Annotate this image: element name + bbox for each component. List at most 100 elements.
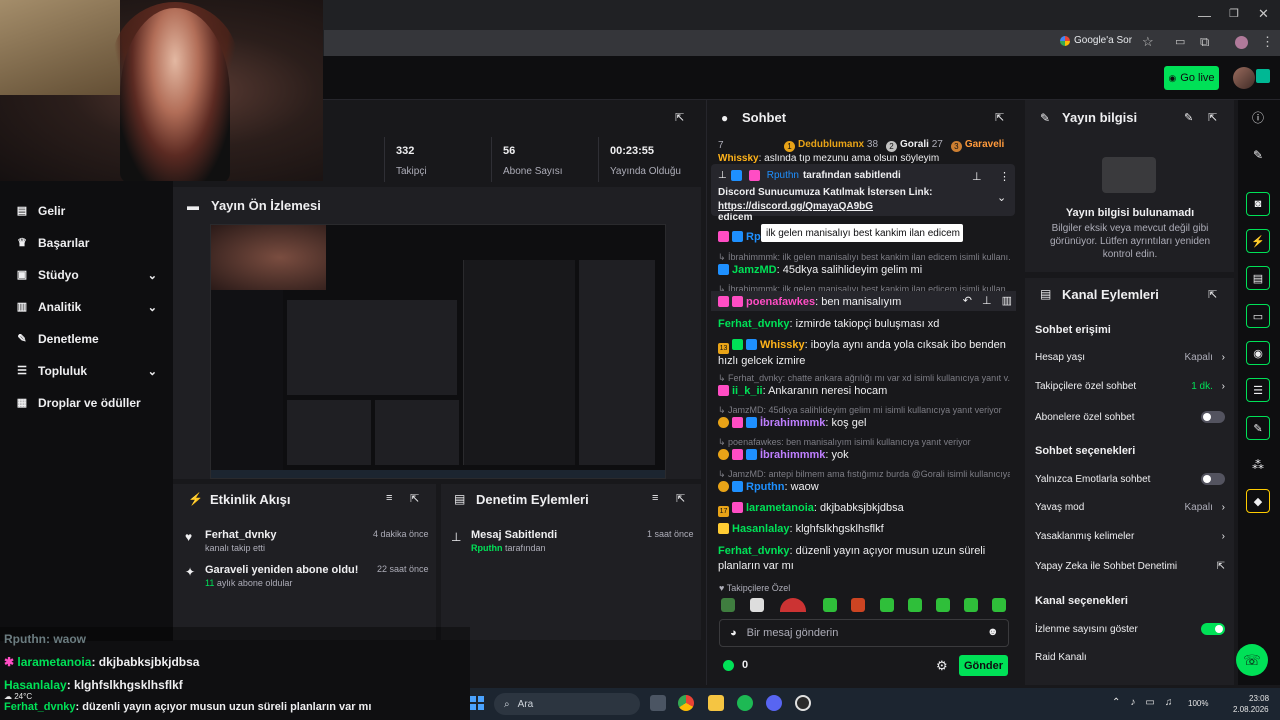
setting-account-age[interactable]: Hesap yaşı Kapalı › (1035, 352, 1225, 363)
list-icon[interactable]: ☰ (1246, 378, 1270, 402)
setting-emote-only[interactable]: Yalnızca Emotlarla sohbet (1035, 473, 1225, 485)
emote[interactable] (964, 598, 978, 612)
extensions-icon[interactable]: ⧉ (1200, 34, 1209, 50)
setting-raid-channel[interactable]: Raid Kanalı (1035, 652, 1225, 663)
emote[interactable] (936, 598, 950, 612)
taskbar-search[interactable]: ⌕ Ara (494, 693, 640, 715)
browser-menu-icon[interactable]: ⋮ (1261, 34, 1274, 50)
discord-icon[interactable] (766, 695, 782, 711)
leader-2[interactable]: 2 Gorali 27 (886, 139, 943, 152)
popout-icon[interactable]: ⇱ (1208, 111, 1217, 124)
popout-icon[interactable]: ⇱ (410, 492, 419, 505)
sidebar-item-gelir[interactable]: ▤ Gelir (16, 201, 161, 221)
battery-indicator[interactable]: 100% (1188, 699, 1208, 708)
folder-icon[interactable] (708, 695, 724, 711)
clock-date[interactable]: 2.08.2026 (1233, 705, 1269, 714)
stream-preview-video[interactable] (210, 224, 666, 479)
close-icon[interactable]: ✕ (1258, 6, 1269, 22)
setting-slow-mode[interactable]: Yavaş mod Kapalı › (1035, 502, 1225, 513)
pinned-link[interactable]: https://discord.gg/QmayaQA9bG (718, 201, 873, 212)
emote[interactable] (992, 598, 1006, 612)
dollar-icon: ▤ (16, 205, 28, 217)
setting-subscribers-only[interactable]: Abonelere özel sohbet (1035, 411, 1225, 423)
sidebar-item-studyo[interactable]: ▣ Stüdyo ⌄ (16, 265, 161, 285)
task-view-icon[interactable] (650, 695, 666, 711)
webcam-overlay (0, 0, 323, 181)
windows-start-icon[interactable] (470, 696, 484, 710)
broadcast-icon[interactable]: ◉ (1246, 341, 1270, 365)
stat-followers: 332 Takipçi (396, 145, 427, 177)
channel-points[interactable]: 0 (723, 659, 748, 671)
emote[interactable] (880, 598, 894, 612)
bookmark-star-icon[interactable]: ☆ (1142, 34, 1154, 50)
sidebar-item-basarilar[interactable]: ♛ Başarılar (16, 233, 161, 253)
sidebar-item-topluluk[interactable]: ☰ Topluluk ⌄ (16, 361, 161, 381)
emote[interactable] (908, 598, 922, 612)
emote[interactable] (851, 598, 865, 612)
more-icon[interactable]: ⋮ (999, 170, 1010, 183)
emoji-icon[interactable]: ☻ (987, 626, 999, 638)
edit-icon[interactable]: ✎ (1184, 111, 1193, 124)
sidebar-item-analitik[interactable]: ▥ Analitik ⌄ (16, 297, 161, 317)
toggle-switch[interactable] (1201, 411, 1225, 423)
popout-icon[interactable]: ⇱ (675, 111, 684, 124)
setting-banned-words[interactable]: Yasaklanmış kelimeler › (1035, 531, 1225, 542)
emote[interactable] (750, 598, 764, 612)
toggle-switch[interactable] (1201, 473, 1225, 485)
chat-message: ii_k_ii: Ankaranın neresi hocam (718, 384, 1010, 399)
wrench-icon[interactable]: ✎ (1246, 416, 1270, 440)
maximize-icon[interactable]: ❐ (1229, 7, 1239, 20)
lightning-icon[interactable]: ⚡ (1246, 229, 1270, 253)
google-ask-button[interactable]: Google'a Sor (1060, 35, 1132, 46)
sidebar-item-droplar[interactable]: ▦ Droplar ve ödüller (16, 393, 161, 413)
system-tray-icons[interactable]: ⌃♪▭♫ (1112, 697, 1182, 708)
heart-icon: ♥ (185, 530, 193, 544)
game-icon[interactable]: ◆ (1246, 489, 1270, 513)
pin-icon[interactable]: ⊥ (982, 294, 992, 307)
setting-show-viewcount[interactable]: İzlenme sayısını göster (1035, 623, 1225, 635)
popout-icon[interactable]: ⇱ (676, 492, 685, 505)
reply-icon[interactable]: ↶ (963, 294, 972, 307)
gear-icon[interactable]: ⚙ (936, 658, 948, 674)
setting-ai-moderation[interactable]: Yapay Zeka ile Sohbet Denetimi ⇱ (1035, 561, 1225, 572)
preview-sidebar (211, 290, 283, 470)
popout-icon[interactable]: ⇱ (1208, 288, 1217, 301)
profile-avatar[interactable] (1235, 36, 1248, 49)
user-avatar[interactable] (1233, 67, 1255, 89)
emote[interactable] (823, 598, 837, 612)
sidebar-item-denetleme[interactable]: ✎ Denetleme (16, 329, 161, 349)
filter-icon[interactable]: ≡ (386, 492, 392, 504)
minimize-icon[interactable]: — (1198, 8, 1211, 23)
help-icon[interactable]: ☏ (1236, 644, 1268, 676)
chat-settings-icon[interactable]: ◕ (730, 627, 737, 639)
emote[interactable] (721, 598, 735, 612)
chat-icon[interactable]: ▭ (1246, 304, 1270, 328)
obs-icon[interactable] (795, 695, 811, 711)
cast-icon[interactable]: ▭ (1175, 35, 1185, 48)
pencil-icon[interactable]: ✎ (1246, 143, 1270, 167)
users-icon[interactable]: ⁂ (1246, 453, 1270, 477)
toggle-switch[interactable] (1201, 623, 1225, 635)
send-button[interactable]: Gönder (959, 655, 1008, 676)
setting-followers-only[interactable]: Takipçilere özel sohbet 1 dk. › (1035, 381, 1225, 392)
camera-icon[interactable]: ◙ (1246, 192, 1270, 216)
live-icon: ◉ (1168, 72, 1177, 83)
popout-icon[interactable]: ⇱ (995, 111, 1004, 124)
go-live-button[interactable]: ◉ Go live (1164, 66, 1219, 90)
leader-3[interactable]: 3 Garaveli (950, 139, 1004, 152)
document-icon: ▤ (454, 492, 466, 506)
clock-time[interactable]: 23:08 (1249, 694, 1269, 703)
filter-icon[interactable]: ≡ (652, 492, 658, 504)
weather-widget[interactable]: ☁ 24°C (4, 692, 32, 701)
leader-1[interactable]: 1 Dedublumanx 38 (784, 139, 878, 152)
spotify-icon[interactable] (737, 695, 753, 711)
trash-icon[interactable]: ▥ (1002, 294, 1012, 307)
chat-input[interactable]: ◕ Bir mesaj gönderin (719, 619, 1009, 647)
chat-title: Sohbet (742, 110, 787, 125)
unpin-icon[interactable]: ⊥ (972, 170, 982, 183)
document-icon[interactable]: ▤ (1246, 266, 1270, 290)
chrome-icon[interactable] (678, 695, 694, 711)
info-icon[interactable]: ⓘ (1246, 105, 1270, 129)
chevron-down-icon[interactable]: ⌄ (997, 191, 1006, 204)
chevron-down-icon: ⌄ (147, 365, 157, 378)
